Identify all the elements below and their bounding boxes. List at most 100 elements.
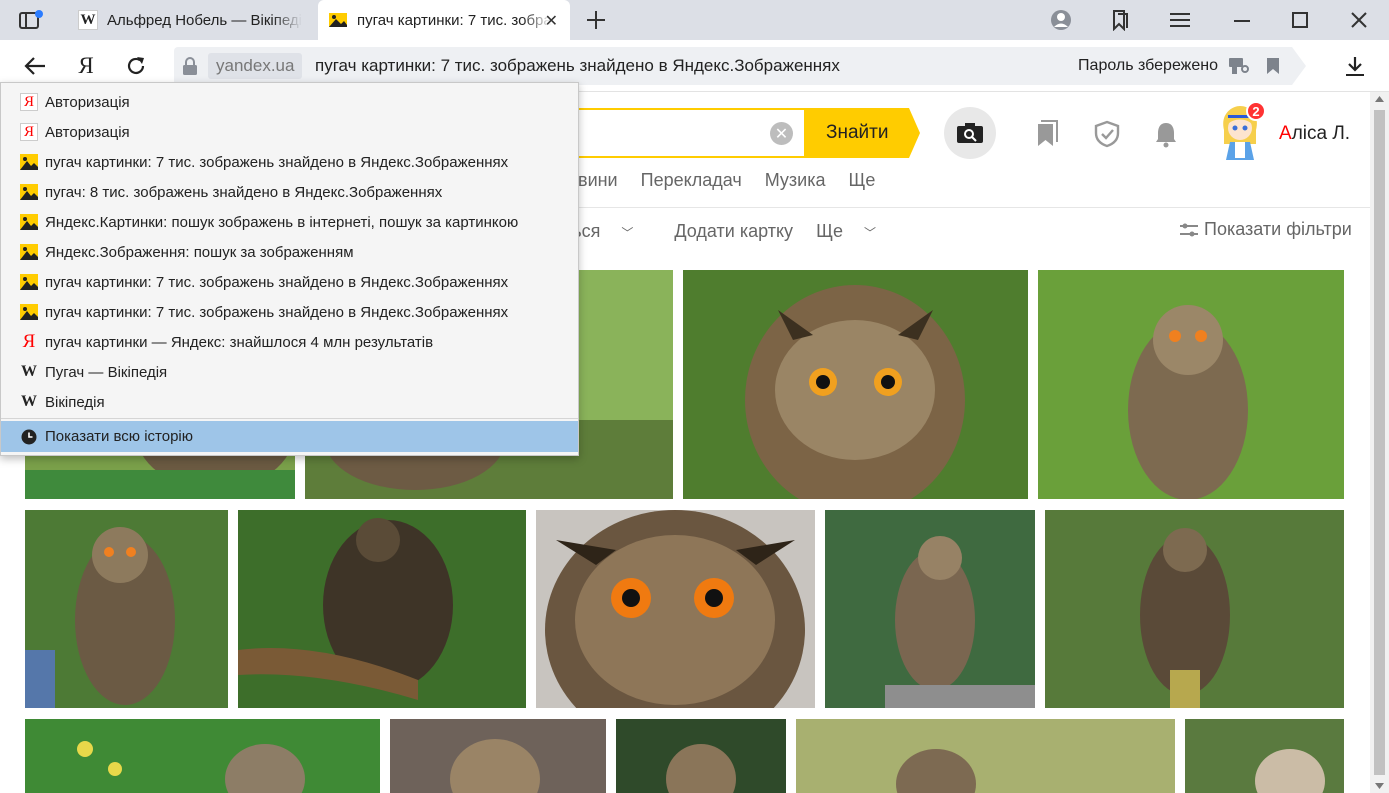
username-initial: А xyxy=(1279,123,1292,144)
scroll-up-icon[interactable] xyxy=(1370,92,1389,106)
history-item[interactable]: пугач картинки: 7 тис. зображень знайден… xyxy=(1,267,578,297)
history-item-title: Вікіпедія xyxy=(45,393,105,411)
history-item[interactable]: Яндекс.Зображення: пошук за зображенням xyxy=(1,237,578,267)
lock-icon[interactable] xyxy=(180,56,200,76)
history-item-title: Пугач — Вікіпедія xyxy=(45,363,168,381)
filter-add-card[interactable]: Додати картку xyxy=(674,221,793,241)
username[interactable]: Аліса Л. xyxy=(1279,123,1350,145)
history-item-title: Яндекс.Зображення: пошук за зображенням xyxy=(45,243,354,261)
history-item[interactable]: W Вікіпедія xyxy=(1,387,578,417)
bell-icon[interactable] xyxy=(1153,120,1179,153)
images-icon xyxy=(328,10,348,30)
image-thumbnail[interactable] xyxy=(825,510,1035,708)
history-separator xyxy=(1,418,578,419)
images-icon xyxy=(20,303,38,321)
wikipedia-icon: W xyxy=(21,393,37,410)
image-thumbnail[interactable] xyxy=(796,719,1175,793)
show-filters-label: Показати фільтри xyxy=(1204,219,1352,239)
image-thumbnail[interactable] xyxy=(683,270,1028,499)
bookmarks-icon[interactable] xyxy=(1108,8,1132,32)
back-icon[interactable] xyxy=(22,54,48,78)
yandex-icon: Я xyxy=(20,123,38,141)
page-scrollbar[interactable] xyxy=(1370,92,1389,793)
image-thumbnail[interactable] xyxy=(616,719,786,793)
notification-badge[interactable]: 2 xyxy=(1246,101,1266,121)
services-nav: вини Перекладач Музика Ще xyxy=(578,170,893,191)
reload-icon[interactable] xyxy=(124,54,148,78)
history-item-title: пугач картинки: 7 тис. зображень знайден… xyxy=(45,153,509,171)
filters-bar: ться ﹀ Додати картку Ще ﹀ xyxy=(564,221,912,242)
history-item-title: пугач картинки: 7 тис. зображень знайден… xyxy=(45,303,509,321)
download-icon[interactable] xyxy=(1342,53,1368,79)
clear-search-icon[interactable]: ✕ xyxy=(770,122,793,145)
yandex-icon: Я xyxy=(20,93,38,111)
image-thumbnail[interactable] xyxy=(1045,510,1344,708)
history-item[interactable]: Я пугач картинки — Яндекс: знайшлося 4 м… xyxy=(1,327,578,357)
camera-search-icon[interactable] xyxy=(944,107,996,159)
collections-icon[interactable] xyxy=(1033,120,1059,153)
close-tab-icon[interactable]: ✕ xyxy=(545,11,558,31)
password-saved-label[interactable]: Пароль збережено xyxy=(1078,57,1218,75)
menu-icon[interactable] xyxy=(1168,9,1192,31)
history-item-title: пугач картинки: 7 тис. зображень знайден… xyxy=(45,273,509,291)
tab-bar: W Альфред Нобель — Вікіпедія пугач карти… xyxy=(0,0,1389,40)
image-thumbnail[interactable] xyxy=(25,719,380,793)
wikipedia-icon: W xyxy=(78,10,98,30)
password-key-icon[interactable] xyxy=(1228,56,1250,76)
images-icon xyxy=(20,183,38,201)
image-thumbnail[interactable] xyxy=(1185,719,1344,793)
address-bar[interactable]: yandex.ua пугач картинки: 7 тис. зображе… xyxy=(174,47,1306,85)
tab-owl-images[interactable]: пугач картинки: 7 тис. зображень знайден… xyxy=(318,0,570,40)
nav-more[interactable]: Ще xyxy=(849,170,876,190)
yandex-icon: Я xyxy=(22,331,36,352)
wikipedia-icon: W xyxy=(21,363,37,380)
history-item[interactable]: Яндекс.Картинки: пошук зображень в інтер… xyxy=(1,207,578,237)
history-item[interactable]: W Пугач — Вікіпедія xyxy=(1,357,578,387)
nav-translate[interactable]: Перекладач xyxy=(641,170,742,190)
history-item-title: Яндекс.Картинки: пошук зображень в інтер… xyxy=(45,213,519,231)
history-item-title: пугач: 8 тис. зображень знайдено в Яндек… xyxy=(45,183,443,201)
minimize-icon[interactable] xyxy=(1230,9,1254,31)
history-item-title: пугач картинки — Яндекс: знайшлося 4 млн… xyxy=(45,333,434,351)
image-thumbnail[interactable] xyxy=(536,510,815,708)
domain-chip[interactable]: yandex.ua xyxy=(208,53,302,79)
bookmark-icon[interactable] xyxy=(1264,57,1282,75)
tabs-panel-icon[interactable] xyxy=(18,9,44,31)
maximize-icon[interactable] xyxy=(1289,9,1311,31)
image-thumbnail[interactable] xyxy=(238,510,526,708)
new-tab-icon[interactable] xyxy=(584,8,608,32)
image-thumbnail[interactable] xyxy=(25,510,228,708)
nav-music[interactable]: Музика xyxy=(765,170,826,190)
tab-title: пугач картинки: 7 тис. зображень знайден… xyxy=(357,11,552,29)
history-item[interactable]: пугач картинки: 7 тис. зображень знайден… xyxy=(1,297,578,327)
show-all-history-button[interactable]: Показати всю історію xyxy=(1,421,578,452)
yandex-button[interactable]: Я xyxy=(74,52,98,80)
image-thumbnail[interactable] xyxy=(390,719,606,793)
show-filters-button[interactable]: Показати фільтри xyxy=(1180,219,1352,240)
shield-icon[interactable] xyxy=(1093,120,1121,153)
filter-more[interactable]: Ще ﹀ xyxy=(816,221,894,241)
history-item[interactable]: Я Авторизація xyxy=(1,117,578,147)
scroll-down-icon[interactable] xyxy=(1370,779,1389,793)
image-thumbnail[interactable] xyxy=(1038,270,1344,499)
history-item-title: Авторизація xyxy=(45,123,130,141)
chevron-down-icon: ﹀ xyxy=(621,226,634,240)
images-icon xyxy=(20,273,38,291)
search-button[interactable]: Знайти xyxy=(804,108,920,158)
history-item[interactable]: пугач: 8 тис. зображень знайдено в Яндек… xyxy=(1,177,578,207)
images-icon xyxy=(20,153,38,171)
close-window-icon[interactable] xyxy=(1348,9,1370,31)
show-all-history-label: Показати всю історію xyxy=(45,428,194,445)
chevron-down-icon: ﹀ xyxy=(863,226,876,240)
images-icon xyxy=(20,213,38,231)
clock-icon xyxy=(20,428,38,446)
tab-alfred-nobel[interactable]: W Альфред Нобель — Вікіпедія xyxy=(66,0,316,40)
search-input[interactable] xyxy=(540,108,805,158)
nav-news[interactable]: вини xyxy=(578,170,618,190)
history-item[interactable]: пугач картинки: 7 тис. зображень знайден… xyxy=(1,147,578,177)
address-title[interactable]: пугач картинки: 7 тис. зображень знайден… xyxy=(315,56,840,76)
history-item[interactable]: Я Авторизація xyxy=(1,87,578,117)
profile-icon[interactable] xyxy=(1050,9,1072,31)
scrollbar-thumb[interactable] xyxy=(1374,110,1385,775)
tab-title: Альфред Нобель — Вікіпедія xyxy=(107,11,302,29)
